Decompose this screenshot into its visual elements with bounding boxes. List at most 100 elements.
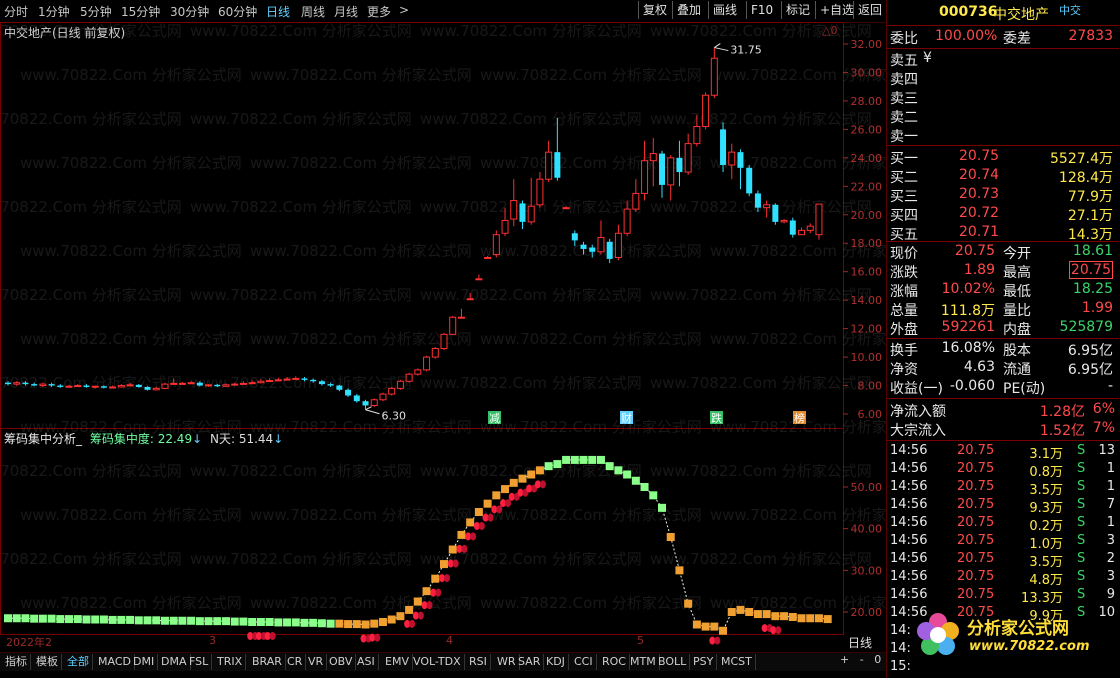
indicator-tab-boll[interactable]: BOLL xyxy=(655,654,691,670)
indicator-label-2: N天: xyxy=(209,432,235,446)
indicator-tab-dmi[interactable]: DMI xyxy=(130,654,159,670)
f10-button[interactable]: F10 xyxy=(746,1,777,19)
concentration-marker xyxy=(30,614,39,623)
indicator-axis-label: 30.00 xyxy=(851,564,883,577)
concentration-marker xyxy=(562,455,571,464)
period-tab-fenshi[interactable]: 分时 xyxy=(4,3,28,20)
concentration-marker xyxy=(239,617,248,626)
logo-url: www.70822.com xyxy=(969,639,1090,654)
buy-level-row[interactable]: 买四 20.72 27.1万 xyxy=(887,205,1119,224)
buy-level-row[interactable]: 买三 20.73 77.9万 xyxy=(887,186,1119,205)
period-tab-60min[interactable]: 60分钟 xyxy=(218,3,257,20)
tick-time: 14:56 xyxy=(890,587,928,602)
indicator-tab-roc[interactable]: ROC xyxy=(599,654,630,670)
fuquan-button[interactable]: 复权 xyxy=(638,1,671,19)
zoom-reset-button[interactable]: 0 xyxy=(874,653,881,666)
concentration-marker xyxy=(413,597,422,606)
indicator-tab-fsl[interactable]: FSL xyxy=(186,654,213,670)
candle-body xyxy=(117,385,125,388)
concentration-marker xyxy=(474,508,483,516)
tick-volume: 0.8万 xyxy=(1029,465,1063,480)
watermark-text: www.70822.Com 分析家公式网 xyxy=(20,242,242,260)
indicator-tab-vol-tdx[interactable]: VOL-TDX xyxy=(410,654,465,670)
period-tab-15min[interactable]: 15分钟 xyxy=(121,3,160,20)
stat-value: 16.08% xyxy=(941,340,995,356)
candle-body xyxy=(126,384,134,387)
period-tab-1min[interactable]: 1分钟 xyxy=(38,3,70,20)
tick-trade-row: 14:56 20.75 1.0万 S 3 xyxy=(887,533,1119,552)
tick-time: 14:56 xyxy=(890,461,928,476)
zoom-out-button[interactable]: - xyxy=(860,653,864,666)
indicator-tab-rsi[interactable]: RSI xyxy=(466,654,491,670)
watermark-text: www.70822.Com 分析家公式网 xyxy=(650,22,872,40)
price-axis-label: 30.00 xyxy=(851,66,883,79)
signal-marker xyxy=(775,626,782,635)
candle-body xyxy=(519,203,526,222)
sell-level-row: 卖四 xyxy=(887,69,1119,88)
concentration-marker xyxy=(631,476,640,485)
indicator-label-1: 筹码集中度: xyxy=(89,432,154,446)
period-tab-5min[interactable]: 5分钟 xyxy=(80,3,112,20)
price-axis-label: 6.00 xyxy=(858,408,883,421)
indicator-tab-trix[interactable]: TRIX xyxy=(214,654,247,670)
tick-volume: 9.3万 xyxy=(1029,501,1063,516)
concentration-marker xyxy=(317,619,326,628)
indicator-tab-asi[interactable]: ASI xyxy=(354,654,379,670)
concentration-marker xyxy=(448,545,457,554)
tick-count: 1 xyxy=(1106,515,1115,530)
candle-body xyxy=(283,378,291,381)
candle-body xyxy=(737,152,744,168)
period-tab-30min[interactable]: 30分钟 xyxy=(170,3,209,20)
indicator-tab-obv[interactable]: OBV xyxy=(326,654,357,670)
candle-body xyxy=(440,333,448,350)
buy-level-row[interactable]: 买一 20.75 5527.4万 xyxy=(887,148,1119,167)
candle-body xyxy=(266,380,274,383)
period-tab-daily[interactable]: 日线 xyxy=(266,3,290,20)
indicator-tab-mcst[interactable]: MCST xyxy=(718,654,756,670)
indicator-tab-vr[interactable]: VR xyxy=(305,654,328,670)
signal-marker xyxy=(470,532,477,541)
indicator-tab-sar[interactable]: SAR xyxy=(515,654,545,670)
watermark-text: www.70822.Com 分析家公式网 xyxy=(190,22,412,40)
chevron-right-icon[interactable]: > xyxy=(399,3,409,17)
indicator-tab-macd[interactable]: MACD xyxy=(95,654,135,670)
candle-body xyxy=(301,378,308,380)
add-watchlist-button[interactable]: +自选 xyxy=(815,1,858,19)
watermark-text: www.70822.Com 分析家公式网 xyxy=(420,110,642,128)
indicator-tab-模板[interactable]: 模板 xyxy=(33,654,62,670)
kline-chart-area[interactable]: www.70822.Com 分析家公式网 www.70822.Com 分析家公式网… xyxy=(0,22,886,652)
indicator-tab-emv[interactable]: EMV xyxy=(382,654,413,670)
period-tab-monthly[interactable]: 月线 xyxy=(334,3,358,20)
indicator-tab-cr[interactable]: CR xyxy=(284,654,307,670)
indicator-axis-label: 20.00 xyxy=(851,606,883,619)
indicator-tab-kdj[interactable]: KDJ xyxy=(543,654,569,670)
buy-level-row[interactable]: 买二 20.74 128.4万 xyxy=(887,167,1119,186)
tick-trade-row: 14:56 20.75 9.3万 S 7 xyxy=(887,497,1119,516)
back-button[interactable]: 返回 xyxy=(853,1,886,19)
stat-value: 18.25 xyxy=(1072,281,1113,297)
candle-body xyxy=(754,193,761,208)
tick-count: 3 xyxy=(1106,569,1115,584)
indicator-tab-指标[interactable]: 指标 xyxy=(2,654,31,670)
mark-button[interactable]: 标记 xyxy=(781,1,814,19)
candle-body xyxy=(466,298,474,301)
candle-body xyxy=(292,377,300,380)
tick-time: 14:56 xyxy=(890,443,928,458)
overlay-button[interactable]: 叠加 xyxy=(672,1,705,19)
concentration-marker xyxy=(274,618,283,627)
tick-count: 2 xyxy=(1106,551,1115,566)
draw-line-button[interactable]: 画线 xyxy=(708,1,741,19)
sell-level-row: 卖一 xyxy=(887,126,1119,145)
period-tab-weekly[interactable]: 周线 xyxy=(301,3,325,20)
candle-body xyxy=(57,385,64,387)
indicator-tab-cci[interactable]: CCI xyxy=(571,654,597,670)
zoom-in-button[interactable]: + xyxy=(840,653,849,666)
indicator-tab-psy[interactable]: PSY xyxy=(690,654,718,670)
indicator-tab-全部[interactable]: 全部 xyxy=(64,654,93,670)
concentration-marker xyxy=(719,626,728,635)
indicator-tab-brar[interactable]: BRAR xyxy=(249,654,286,670)
period-tab-more[interactable]: 更多 xyxy=(367,3,391,20)
concentration-marker xyxy=(588,455,597,464)
tick-trade-row: 14:56 20.75 13.3万 S 9 xyxy=(887,587,1119,606)
watermark-text: www.70822.Com 分析家公式网 xyxy=(650,374,872,392)
